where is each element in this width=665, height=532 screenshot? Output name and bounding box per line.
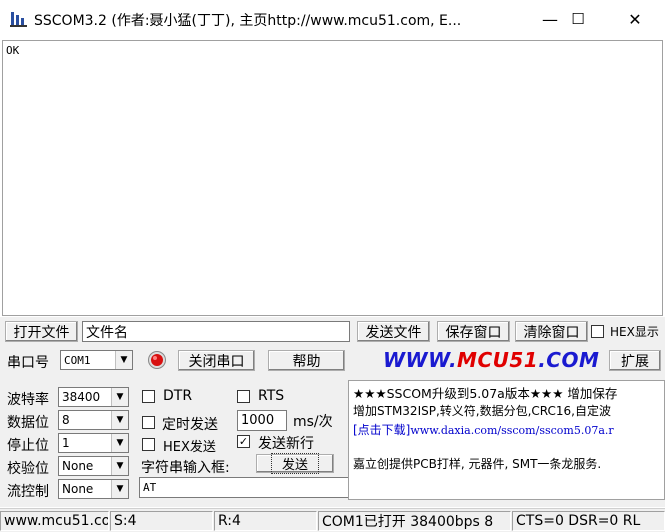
port-open-indicator-icon bbox=[148, 351, 166, 369]
send-button[interactable]: 发送 bbox=[256, 453, 334, 474]
status-port-state: COM1已打开 38400bps 8 bbox=[318, 511, 511, 531]
chevron-down-icon[interactable]: ▼ bbox=[111, 411, 128, 429]
info-line-download[interactable]: [点击下载]www.daxia.com/sscom/sscom5.07a.r bbox=[353, 421, 614, 438]
hex-send-label: HEX发送 bbox=[163, 440, 216, 455]
baud-label: 波特率 bbox=[7, 392, 49, 408]
string-input-label: 字符串输入框: bbox=[141, 460, 230, 476]
send-interval-input[interactable]: 1000 bbox=[237, 410, 287, 431]
maximize-icon: ☐ bbox=[571, 10, 585, 28]
chevron-down-icon[interactable]: ▼ bbox=[111, 480, 128, 498]
receive-text-area[interactable]: OK bbox=[2, 40, 663, 316]
chevron-down-icon[interactable]: ▼ bbox=[111, 457, 128, 475]
status-received-count: R:4 bbox=[214, 511, 317, 531]
close-port-button[interactable]: 关闭串口 bbox=[178, 350, 255, 371]
port-select-value: COM1 bbox=[64, 353, 91, 367]
data-bits-value: 8 bbox=[62, 413, 70, 427]
help-button[interactable]: 帮助 bbox=[268, 350, 345, 371]
close-button[interactable]: ✕ bbox=[612, 0, 658, 38]
timed-send-label: 定时发送 bbox=[162, 417, 218, 433]
maximize-button[interactable]: ☐ bbox=[555, 0, 601, 38]
rts-checkbox[interactable] bbox=[237, 390, 250, 403]
flow-control-label: 流控制 bbox=[7, 484, 49, 500]
stop-bits-select[interactable]: 1 ▼ bbox=[58, 433, 129, 453]
close-icon: ✕ bbox=[628, 9, 642, 29]
chevron-down-icon[interactable]: ▼ bbox=[111, 434, 128, 452]
hex-display-label: HEX显示 bbox=[610, 325, 659, 339]
hex-send-checkbox[interactable] bbox=[142, 438, 155, 451]
chevron-down-icon[interactable]: ▼ bbox=[115, 351, 132, 369]
save-window-button[interactable]: 保存窗口 bbox=[437, 321, 510, 342]
info-line-upgrade: ★★★SSCOM升级到5.07a版本★★★ 增加保存 bbox=[353, 386, 618, 401]
status-site: www.mcu51.cor bbox=[0, 511, 109, 531]
send-file-button[interactable]: 发送文件 bbox=[357, 321, 430, 342]
title-bar[interactable]: SSCOM3.2 (作者:聂小猛(丁丁), 主页http://www.mcu51… bbox=[0, 0, 665, 38]
dtr-label: DTR bbox=[163, 388, 193, 404]
flow-control-value: None bbox=[62, 482, 94, 496]
info-panel: ★★★SSCOM升级到5.07a版本★★★ 增加保存 增加STM32ISP,转义… bbox=[348, 380, 665, 500]
rts-label: RTS bbox=[258, 388, 285, 404]
baud-select[interactable]: 38400 ▼ bbox=[58, 387, 129, 407]
status-modem-lines: CTS=0 DSR=0 RL bbox=[512, 511, 665, 531]
parity-select[interactable]: None ▼ bbox=[58, 456, 129, 476]
expand-button[interactable]: 扩展 bbox=[609, 350, 661, 371]
data-bits-label: 数据位 bbox=[7, 415, 49, 431]
open-file-button[interactable]: 打开文件 bbox=[5, 321, 78, 342]
brand-link[interactable]: WWW.MCU51.COM bbox=[383, 348, 599, 372]
dtr-checkbox[interactable] bbox=[142, 390, 155, 403]
window-title: SSCOM3.2 (作者:聂小猛(丁丁), 主页http://www.mcu51… bbox=[34, 13, 462, 29]
data-bits-select[interactable]: 8 ▼ bbox=[58, 410, 129, 430]
parity-label: 校验位 bbox=[7, 461, 49, 477]
check-icon: ✓ bbox=[238, 435, 249, 448]
info-line-features: 增加STM32ISP,转义符,数据分包,CRC16,自定波 bbox=[353, 404, 611, 418]
status-sent-count: S:4 bbox=[110, 511, 213, 531]
status-bar: www.mcu51.cor S:4 R:4 COM1已打开 38400bps 8… bbox=[0, 508, 665, 532]
port-label: 串口号 bbox=[7, 355, 49, 371]
info-line-sponsor: 嘉立创提供PCB打样, 元器件, SMT一条龙服务. bbox=[353, 457, 602, 471]
send-button-label: 发送 bbox=[270, 453, 319, 474]
stop-bits-value: 1 bbox=[62, 436, 70, 450]
stop-bits-label: 停止位 bbox=[7, 438, 49, 454]
file-name-input[interactable]: 文件名 bbox=[82, 321, 350, 342]
hex-display-checkbox[interactable] bbox=[591, 325, 604, 338]
interval-unit-label: ms/次 bbox=[293, 414, 333, 430]
chevron-down-icon[interactable]: ▼ bbox=[111, 388, 128, 406]
send-newline-checkbox[interactable]: ✓ bbox=[237, 435, 250, 448]
parity-value: None bbox=[62, 459, 94, 473]
send-newline-label: 发送新行 bbox=[258, 436, 314, 452]
timed-send-checkbox[interactable] bbox=[142, 416, 155, 429]
flow-control-select[interactable]: None ▼ bbox=[58, 479, 129, 499]
port-select[interactable]: COM1 ▼ bbox=[60, 350, 133, 370]
sscom-app-icon bbox=[10, 12, 27, 27]
baud-select-value: 38400 bbox=[62, 390, 101, 404]
download-url[interactable]: www.daxia.com/sscom/sscom5.07a.r bbox=[410, 424, 613, 437]
clear-window-button[interactable]: 清除窗口 bbox=[515, 321, 588, 342]
download-link[interactable]: [点击下载] bbox=[353, 423, 410, 437]
